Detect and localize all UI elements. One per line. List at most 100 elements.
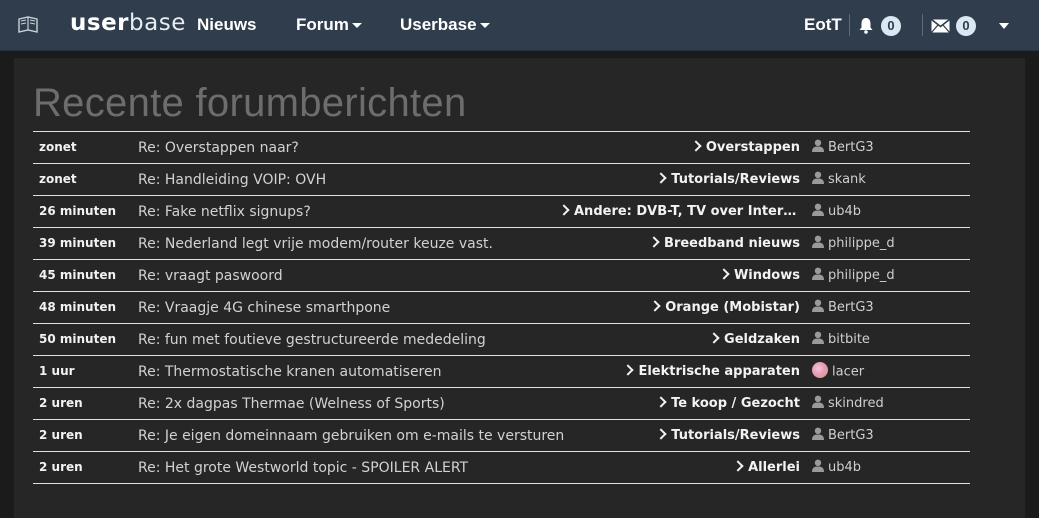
top-navbar: userbase Nieuws Forum Userbase EotT 0 0 [0,0,1039,51]
forum-link[interactable]: Orange (Mobistar) [651,300,800,315]
forum-label: Allerlei [748,460,800,475]
user-icon [812,331,824,344]
post-author[interactable]: skindred [812,395,884,411]
chevron-right-icon [734,460,744,472]
list-item: zonet Re: Handleiding VOIP: OVH Tutorials/… [33,164,970,196]
post-author[interactable]: philippe_d [812,235,895,251]
post-author[interactable]: BertG3 [812,299,874,315]
list-item: 39 minuten Re: Nederland legt vrije modem… [33,228,970,260]
post-author[interactable]: BertG3 [812,427,874,443]
forum-label: Breedband nieuws [664,236,800,251]
author-name: philippe_d [828,268,895,283]
post-time: 2 uren [39,428,83,442]
chevron-right-icon [710,332,720,344]
avatar[interactable] [812,362,828,378]
brand-bold: user [70,10,130,36]
forum-label: Andere: DVB-T, TV over Interne... [574,204,800,219]
user-menu-name[interactable]: EotT [804,15,842,35]
list-item: 2 uren Re: Het grote Westworld topic - SP… [33,452,970,484]
list-item: 45 minuten Re: vraagt paswoord Windows phil… [33,260,970,292]
post-title-link[interactable]: Re: Het grote Westworld topic - SPOILER … [138,460,468,476]
nav-userbase-dropdown[interactable]: Userbase [400,15,490,35]
nav-news[interactable]: Nieuws [197,15,257,35]
forum-link[interactable]: Windows [719,268,800,283]
caret-down-icon [351,23,362,29]
post-time: 2 uren [39,460,83,474]
nav-news-label: Nieuws [197,15,257,34]
brand-light: base [129,10,186,36]
post-time: zonet [39,140,77,154]
forum-link[interactable]: Tutorials/Reviews [657,172,800,187]
author-name: BertG3 [828,140,874,155]
nav-forum-dropdown[interactable]: Forum [296,15,362,35]
bell-icon[interactable] [858,17,874,34]
post-time: zonet [39,172,77,186]
user-icon [812,299,824,312]
forum-label: Te koop / Gezocht [671,396,800,411]
post-author[interactable]: BertG3 [812,139,874,155]
post-title-link[interactable]: Re: Fake netflix signups? [138,204,311,220]
chevron-right-icon [560,204,570,216]
list-item: 26 minuten Re: Fake netflix signups? Ander… [33,196,970,228]
envelope-icon[interactable] [931,19,950,33]
chevron-right-icon [719,268,730,280]
forum-label: Orange (Mobistar) [665,300,800,315]
post-time: 48 minuten [39,300,116,314]
author-name: ub4b [828,204,862,219]
forum-link[interactable]: Geldzaken [710,332,800,347]
author-name: ub4b [828,460,862,475]
author-name: BertG3 [828,428,874,443]
messages-badge[interactable]: 0 [956,16,976,36]
book-icon[interactable] [17,15,39,35]
forum-link[interactable]: Allerlei [734,460,800,475]
forum-link[interactable]: Andere: DVB-T, TV over Interne... [560,204,800,219]
user-icon [812,171,824,184]
list-item: 48 minuten Re: Vraagje 4G chinese smarthp… [33,292,970,324]
forum-link[interactable]: Elektrische apparaten [624,364,800,379]
notifications-badge[interactable]: 0 [881,16,901,36]
author-name: philippe_d [828,236,895,251]
forum-link[interactable]: Tutorials/Reviews [657,428,800,443]
post-time: 50 minuten [39,332,116,346]
author-name: skank [828,172,866,187]
forum-label: Tutorials/Reviews [671,428,800,443]
post-time: 45 minuten [39,268,116,282]
list-item: 50 minuten Re: fun met foutieve gestructu… [33,324,970,356]
author-name: lacer [832,364,865,380]
brand-logo[interactable]: userbase [70,10,186,36]
caret-down-icon[interactable] [999,23,1009,29]
post-title-link[interactable]: Re: Nederland legt vrije modem/router ke… [138,236,493,252]
post-title-link[interactable]: Re: vraagt paswoord [138,268,283,284]
page-title: Recente forumberichten [33,81,467,125]
author-name: skindred [828,396,884,411]
user-icon [812,139,824,152]
nav-userbase-label: Userbase [400,15,477,34]
forum-link[interactable]: Breedband nieuws [650,236,800,251]
post-title-link[interactable]: Re: Handleiding VOIP: OVH [138,172,326,188]
post-title-link[interactable]: Re: Thermostatische kranen automatiseren [138,364,442,380]
chevron-right-icon [657,396,667,408]
post-author[interactable]: ub4b [812,459,862,475]
post-author[interactable]: ub4b [812,203,862,219]
forum-link[interactable]: Overstappen [691,140,800,155]
post-time: 1 uur [39,364,75,378]
list-item: zonet Re: Overstappen naar? Overstappen Ber… [33,132,970,164]
chevron-right-icon [651,300,661,312]
post-title-link[interactable]: Re: Je eigen domeinnaam gebruiken om e-m… [138,428,564,444]
forum-link[interactable]: Te koop / Gezocht [657,396,800,411]
post-author[interactable]: lacer [812,362,865,380]
chevron-right-icon [624,364,635,376]
nav-forum-label: Forum [296,15,349,34]
post-title-link[interactable]: Re: Vraagje 4G chinese smarthpone [138,300,390,316]
user-icon [812,459,824,472]
post-author[interactable]: bitbite [812,331,870,347]
forum-label: Geldzaken [724,332,800,347]
post-title-link[interactable]: Re: 2x dagpas Thermae (Welness of Sports… [138,396,445,412]
caret-down-icon [479,23,490,29]
post-title-link[interactable]: Re: fun met foutieve gestructureerde med… [138,332,486,348]
post-author[interactable]: philippe_d [812,267,895,283]
post-author[interactable]: skank [812,171,866,187]
post-title-link[interactable]: Re: Overstappen naar? [138,140,299,156]
forum-label: Elektrische apparaten [638,364,800,379]
list-item: 2 uren Re: 2x dagpas Thermae (Welness of … [33,388,970,420]
